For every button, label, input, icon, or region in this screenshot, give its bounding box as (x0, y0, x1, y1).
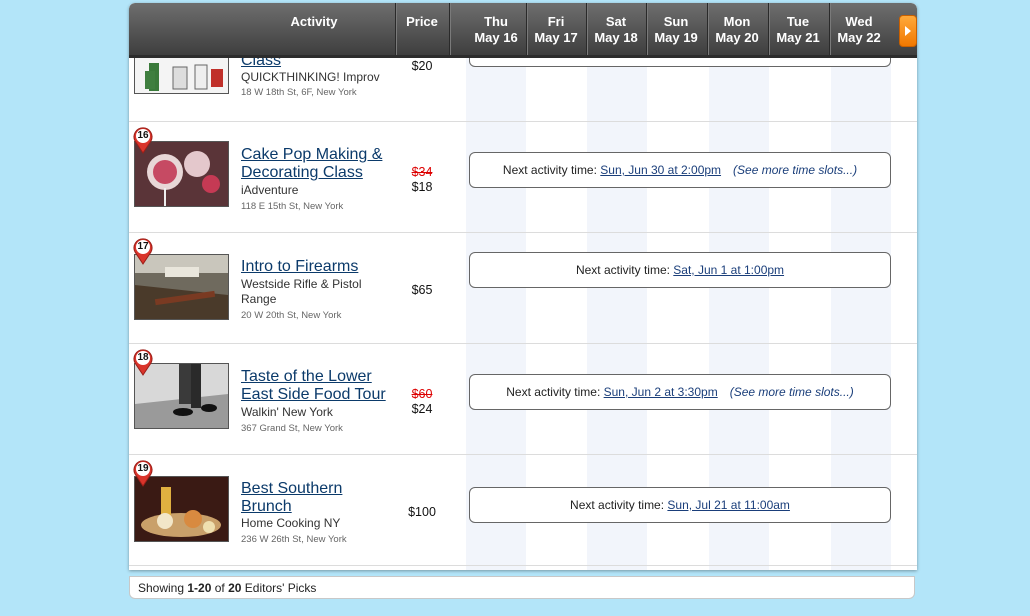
header-price: Price (406, 14, 438, 29)
pin-number: 18 (137, 352, 149, 363)
next-time-label: Next activity time: (575, 263, 674, 277)
activity-title-link[interactable]: Taste of the Lower East Side Food Tour (241, 368, 391, 404)
table-row: 19 Best Southern Brunch Home Cooking NY … (129, 454, 917, 566)
results-panel: Activity Price Thu May 16 Fri May 17 Sat Ma… (129, 3, 917, 570)
time-slot-box: Next activity time: Sat, Jun 1 at 1:00pm (469, 252, 891, 288)
header-day-tue[interactable]: Tue May 21 (768, 14, 828, 46)
next-time-link[interactable]: Sun, Jun 30 at 2:00pm (600, 163, 721, 177)
more-slots-link[interactable]: (See more time slots...) (730, 385, 854, 399)
vendor-address: 367 Grand St, New York (241, 423, 343, 434)
table-row: 16 Cake Pop Making & Decorating Class iA… (129, 121, 917, 233)
vendor-address: 18 W 18th St, 6F, New York (241, 87, 357, 98)
more-slots-link[interactable]: (See more time slots...) (733, 163, 857, 177)
results-total: 20 (228, 581, 242, 595)
vendor-name: Home Cooking NY (241, 516, 341, 530)
header-day-wed[interactable]: Wed May 22 (829, 14, 889, 46)
next-week-button[interactable] (899, 15, 917, 47)
activity-title-link[interactable]: Best Southern Brunch (241, 480, 391, 516)
vendor-address: 118 E 15th St, New York (241, 201, 344, 212)
next-time-link[interactable]: Sat, Jun 1 at 1:00pm (673, 263, 784, 277)
sale-price: $24 (411, 402, 433, 416)
next-time-label: Next activity time: (502, 163, 601, 177)
vendor-name: iAdventure (241, 183, 299, 197)
sale-price: $18 (411, 180, 433, 194)
vendor-address: 236 W 26th St, New York (241, 534, 347, 545)
header-day-sat[interactable]: Sat May 18 (586, 14, 646, 46)
pin-number: 17 (137, 241, 149, 252)
vendor-address: 20 W 20th St, New York (241, 310, 342, 321)
time-slot-box: Next activity time: Sun, Jul 21 at 11:00… (469, 487, 891, 523)
header-separator (395, 3, 396, 55)
results-count-suffix: Editors' Picks (241, 581, 317, 595)
activity-price: $34 $18 (393, 165, 451, 195)
pin-number: 16 (137, 130, 149, 141)
header-activity: Activity (290, 14, 338, 29)
table-row: 18 Taste of the Lower East Side Food Tou… (129, 343, 917, 455)
activity-price: $100 (408, 505, 436, 519)
header-day-mon[interactable]: Mon May 20 (707, 14, 767, 46)
activity-title-link[interactable]: Intro to Firearms (241, 258, 391, 276)
pin-number: 19 (137, 463, 149, 474)
activity-title-link[interactable]: Cake Pop Making & Decorating Class (241, 146, 391, 182)
activity-price: $60 $24 (393, 387, 451, 417)
original-price: $60 (411, 387, 433, 401)
results-count-of: of (211, 581, 229, 595)
activity-price: $20 (411, 59, 433, 73)
results-range: 1-20 (187, 581, 212, 595)
results-count-bar: Showing 1-20 of 20 Editors' Picks (129, 576, 915, 599)
header-separator (449, 3, 450, 55)
vendor-name: Walkin' New York (241, 405, 333, 419)
time-slot-box: Next activity time: Sun, Jun 2 at 3:30pm… (469, 374, 891, 410)
table-row: 17 Intro to Firearms Westside Rifle & Pi… (129, 232, 917, 344)
header-day-fri[interactable]: Fri May 17 (526, 14, 586, 46)
activity-price: $65 (411, 283, 433, 297)
table-header: Activity Price Thu May 16 Fri May 17 Sat Ma… (129, 3, 917, 58)
header-day-thu[interactable]: Thu May 16 (466, 14, 526, 46)
next-time-link[interactable]: Sun, Jun 2 at 3:30pm (604, 385, 718, 399)
header-day-sun[interactable]: Sun May 19 (646, 14, 706, 46)
results-count-prefix: Showing (138, 581, 188, 595)
vendor-name: Westside Rifle & Pistol Range (241, 277, 362, 306)
original-price: $34 (411, 165, 433, 179)
time-slot-box: Next activity time: Sun, Jun 30 at 2:00p… (469, 152, 891, 188)
vendor-name: QUICKTHINKING! Improv (241, 70, 380, 84)
next-time-link[interactable]: Sun, Jul 21 at 11:00am (667, 498, 790, 512)
next-time-label: Next activity time: (506, 385, 604, 399)
next-time-label: Next activity time: (570, 498, 668, 512)
